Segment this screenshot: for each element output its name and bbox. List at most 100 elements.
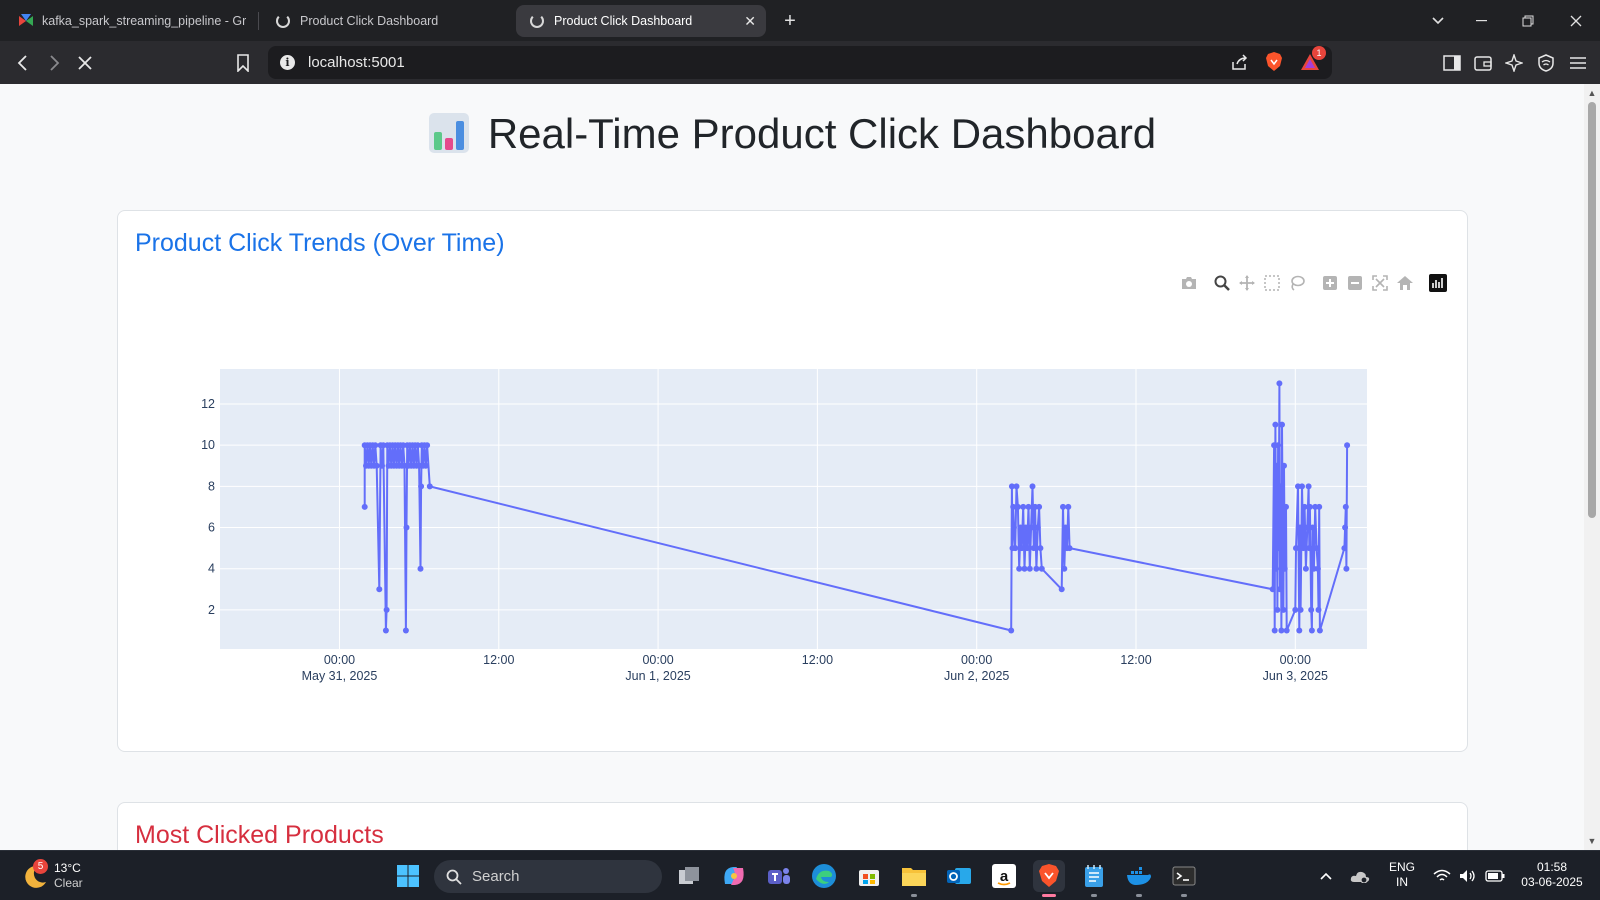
task-view-icon[interactable] — [673, 860, 705, 892]
x-tick-label: 00:00 — [961, 653, 992, 667]
data-point — [1279, 524, 1286, 531]
data-point — [1283, 627, 1290, 634]
tab-kafka-pipeline[interactable]: kafka_spark_streaming_pipeline - Gric — [8, 5, 246, 37]
data-point — [1273, 462, 1280, 469]
teams-icon[interactable] — [763, 860, 795, 892]
sidebar-toggle-icon[interactable] — [1440, 51, 1464, 75]
scroll-up-icon[interactable]: ▲ — [1587, 88, 1597, 98]
notepad-icon[interactable] — [1078, 860, 1110, 897]
menu-icon[interactable] — [1566, 51, 1590, 75]
minimize-window-button[interactable] — [1466, 8, 1496, 34]
scroll-down-icon[interactable]: ▼ — [1587, 836, 1597, 846]
wallet-icon[interactable] — [1471, 51, 1495, 75]
store-icon[interactable] — [853, 860, 885, 892]
bookmark-icon[interactable] — [231, 51, 255, 75]
y-tick-label: 2 — [208, 603, 215, 617]
brave-browser-icon[interactable] — [1033, 860, 1065, 897]
close-window-button[interactable] — [1561, 8, 1591, 34]
brave-rewards-icon[interactable]: 1 — [1298, 46, 1326, 74]
products-card: Most Clicked Products — [117, 802, 1468, 850]
data-point — [1305, 483, 1312, 490]
weather-alert-badge: 5 — [33, 859, 48, 874]
running-indicator — [911, 894, 917, 897]
share-icon[interactable] — [1228, 50, 1252, 74]
data-point — [1275, 442, 1282, 449]
new-tab-button[interactable]: + — [775, 8, 805, 34]
data-point — [1033, 565, 1040, 572]
data-point — [1293, 545, 1299, 552]
data-point — [402, 627, 409, 634]
page-scrollbar[interactable]: ▲ ▼ — [1584, 84, 1600, 850]
copilot-icon[interactable] — [718, 860, 750, 892]
url-text[interactable]: localhost:5001 — [308, 54, 405, 71]
edge-icon[interactable] — [808, 860, 840, 892]
show-hidden-icons-chevron-icon[interactable] — [1310, 860, 1342, 892]
data-point — [418, 483, 425, 490]
tab-search-chevron-icon[interactable] — [1423, 8, 1453, 34]
plot-area-background — [220, 369, 1367, 649]
page-title: Real-Time Product Click Dashboard — [0, 110, 1584, 164]
data-point — [1060, 503, 1066, 510]
file-explorer-icon[interactable] — [898, 860, 930, 897]
weather-condition-text: Clear — [54, 876, 83, 890]
data-point — [1014, 503, 1021, 510]
system-tray-quick-settings[interactable] — [1424, 860, 1514, 892]
data-point — [1296, 627, 1303, 634]
back-button[interactable] — [11, 51, 35, 75]
restore-window-button[interactable] — [1513, 8, 1543, 34]
y-tick-label: 4 — [208, 562, 215, 576]
outlook-icon[interactable] — [943, 860, 975, 892]
data-point — [1277, 586, 1283, 593]
amazon-icon[interactable]: a — [988, 860, 1020, 892]
data-point — [1344, 442, 1351, 449]
notification-badge: 1 — [1312, 46, 1326, 60]
x-tick-label: 12:00 — [802, 653, 833, 667]
site-info-icon[interactable]: i — [280, 55, 295, 70]
windows-logo-icon — [397, 865, 419, 887]
x-tick-label: 00:00 — [1280, 653, 1311, 667]
x-tick-date-label: Jun 3, 2025 — [1263, 669, 1328, 683]
stop-loading-button[interactable] — [73, 51, 97, 75]
data-point — [1012, 545, 1019, 552]
weather-widget[interactable]: 5 13°C Clear — [20, 859, 120, 893]
data-point — [1036, 503, 1043, 510]
data-point — [1300, 545, 1307, 552]
data-point — [1297, 606, 1304, 613]
input-language[interactable]: ENG IN — [1387, 860, 1417, 890]
docker-icon[interactable] — [1123, 860, 1155, 897]
data-point — [1066, 545, 1073, 552]
onedrive-sync-icon[interactable] — [1344, 860, 1376, 892]
tab-product-click-dashboard[interactable]: Product Click Dashboard — [266, 5, 506, 37]
forward-button[interactable] — [42, 51, 66, 75]
taskbar-search-box[interactable]: Search — [434, 860, 662, 893]
clock[interactable]: 01:58 03-06-2025 — [1514, 860, 1590, 890]
data-point — [1304, 524, 1311, 531]
address-bar[interactable]: i localhost:5001 1 — [268, 46, 1332, 79]
vpn-shield-icon[interactable] — [1534, 51, 1558, 75]
date-text: 03-06-2025 — [1521, 875, 1583, 889]
data-point — [1021, 565, 1028, 572]
data-point — [379, 462, 385, 469]
tab-product-click-dashboard-active[interactable]: Product Click Dashboard ✕ — [516, 5, 766, 37]
time-text: 01:58 — [1536, 860, 1568, 874]
y-tick-label: 8 — [208, 479, 215, 493]
close-tab-icon[interactable]: ✕ — [744, 13, 756, 30]
x-tick-date-label: Jun 2, 2025 — [944, 669, 1009, 683]
svg-text:a: a — [1000, 868, 1009, 885]
data-point — [383, 606, 390, 613]
start-button[interactable] — [392, 860, 424, 892]
terminal-icon[interactable] — [1168, 860, 1200, 897]
brave-shields-icon[interactable] — [1262, 50, 1286, 74]
leo-ai-icon[interactable] — [1502, 51, 1526, 75]
data-point — [426, 483, 433, 490]
data-point — [1016, 565, 1023, 572]
data-point — [1017, 524, 1024, 531]
scrollbar-thumb[interactable] — [1588, 102, 1596, 518]
click-trends-plot[interactable]: 2 4 6 8 10 12 00:00 May 31, 2025 12:00 00:00 Jun 1… — [118, 211, 1469, 753]
page-viewport: Real-Time Product Click Dashboard Produc… — [0, 84, 1584, 850]
data-point — [1037, 545, 1044, 552]
running-indicator — [1181, 894, 1187, 897]
data-point — [1029, 483, 1036, 490]
data-point — [373, 462, 380, 469]
data-point — [1301, 503, 1308, 510]
